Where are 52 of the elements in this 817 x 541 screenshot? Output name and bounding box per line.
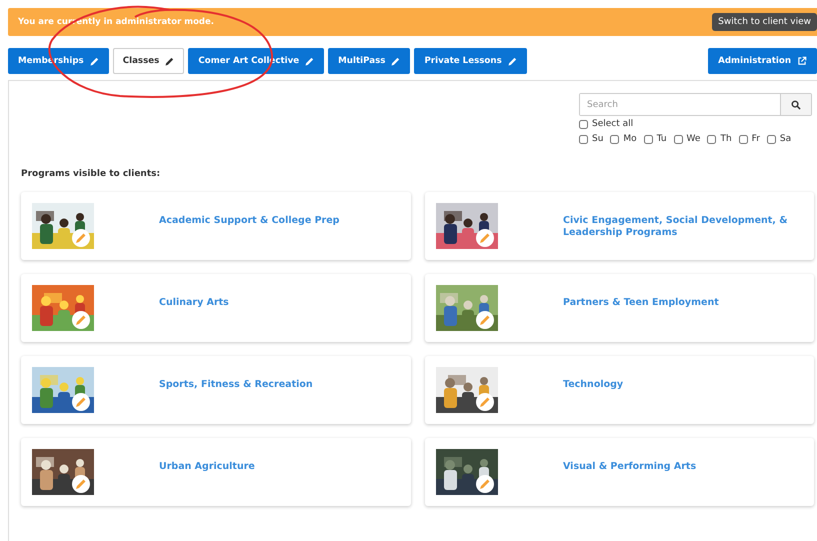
program-card[interactable]: Technology [425,356,814,424]
checkbox-label: Fr [752,134,760,144]
checkbox-label: Su [592,134,604,144]
tab[interactable]: Classes [112,48,184,74]
program-title[interactable]: Civic Engagement, Social Development, & Leadership Programs [563,215,814,240]
checkbox[interactable] [766,134,776,144]
checkbox-label: Select all [592,119,634,129]
program-card[interactable]: Civic Engagement, Social Development, & Leadership Programs [425,192,814,260]
edit-badge-icon[interactable] [476,475,494,493]
checkbox-label: Th [720,134,732,144]
program-title[interactable]: Urban Agriculture [159,461,267,474]
search-icon [791,100,801,110]
edit-badge-icon[interactable] [476,311,494,329]
switch-view-button[interactable]: Switch to client view [712,13,817,31]
program-title[interactable]: Academic Support & College Prep [159,215,352,228]
program-card[interactable]: Urban Agriculture [21,438,411,506]
checkbox[interactable] [644,134,653,144]
program-title[interactable]: Partners & Teen Employment [563,297,731,310]
checkbox-label: Mo [623,134,637,144]
pencil-icon [90,56,99,66]
checkbox[interactable] [579,120,588,128]
external-link-icon [797,56,807,66]
search-field[interactable]: Search [579,93,812,116]
search-button[interactable] [780,94,811,115]
program-title[interactable]: Technology [563,379,636,392]
program-title[interactable]: Culinary Arts [159,297,241,310]
pencil-icon [508,56,517,66]
edit-badge-icon[interactable] [476,393,494,411]
tab[interactable]: MultiPass [328,48,410,74]
program-title[interactable]: Sports, Fitness & Recreation [159,379,325,392]
checkbox[interactable] [674,134,683,144]
program-card[interactable]: Partners & Teen Employment [425,274,814,342]
program-title[interactable]: Visual & Performing Arts [563,461,708,474]
program-card[interactable]: Culinary Arts [21,274,411,342]
section-title: Programs visible to clients: [21,169,162,179]
checkbox[interactable] [738,134,748,144]
pencil-icon [305,56,314,66]
edit-badge-icon[interactable] [72,475,90,493]
edit-badge-icon[interactable] [72,393,90,411]
tab[interactable]: Private Lessons [414,48,527,74]
checkbox[interactable] [610,134,620,144]
checkbox-label: We [686,134,700,144]
pencil-icon [165,56,174,66]
checkbox[interactable] [707,134,716,144]
checkbox-label: Sa [780,134,792,144]
checkbox-label: Tu [656,134,667,144]
program-card[interactable]: Visual & Performing Arts [425,438,814,506]
program-card[interactable]: Sports, Fitness & Recreation [21,356,411,424]
checkbox[interactable] [579,134,588,144]
program-card[interactable]: Academic Support & College Prep [21,192,411,260]
pencil-icon [391,56,400,66]
tab[interactable]: Administration [708,48,817,74]
